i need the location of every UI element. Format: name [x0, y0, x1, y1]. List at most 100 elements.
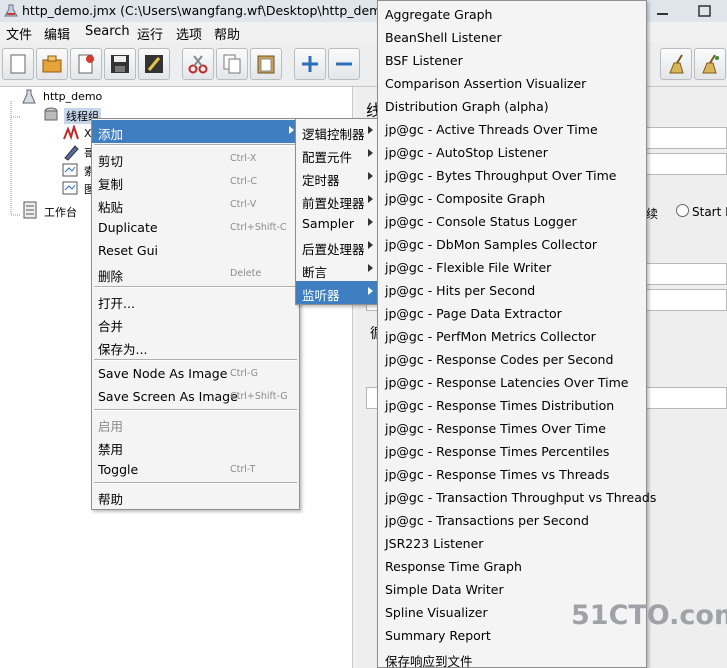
listener-menu-item-jp-gc-response-times-percentiles[interactable]: jp@gc - Response Times Percentiles: [378, 440, 646, 463]
radio-start-next[interactable]: [676, 204, 689, 217]
menu-run[interactable]: 运行: [137, 24, 163, 43]
listener-icon-b: [62, 181, 78, 195]
listener-menu-item-jp-gc-flexible-file-writer[interactable]: jp@gc - Flexible File Writer: [378, 256, 646, 279]
menu-item-label: Reset Gui: [98, 243, 158, 258]
menu-item-label: Response Time Graph: [385, 559, 522, 574]
context-menu-item-item-9[interactable]: 保存为...: [92, 335, 299, 358]
context-menu-item-item-6[interactable]: 删除 Delete: [92, 262, 299, 285]
listener-menu-item-jp-gc-bytes-throughput-over-time[interactable]: jp@gc - Bytes Throughput Over Time: [378, 164, 646, 187]
paste-icon: [257, 55, 275, 74]
menu-item-label: Save Screen As Image: [98, 389, 238, 404]
add-submenu-item-item-1[interactable]: 配置元件: [296, 143, 378, 166]
menu-item-label: 粘贴: [98, 200, 124, 215]
menu-item-label: Simple Data Writer: [385, 582, 504, 597]
listener-menu-item-simple-data-writer[interactable]: Simple Data Writer: [378, 578, 646, 601]
context-menu-item-duplicate[interactable]: Duplicate Ctrl+Shift-C: [92, 216, 299, 239]
test-plan-icon: [22, 89, 36, 104]
menu-item-label: jp@gc - Flexible File Writer: [385, 260, 552, 275]
add-submenu-item-sampler[interactable]: Sampler: [296, 212, 378, 235]
listener-menu-item-response-time-graph[interactable]: Response Time Graph: [378, 555, 646, 578]
listener-menu-item-jp-gc-dbmon-samples-collector[interactable]: jp@gc - DbMon Samples Collector: [378, 233, 646, 256]
listener-menu-item-jp-gc-composite-graph[interactable]: jp@gc - Composite Graph: [378, 187, 646, 210]
context-menu-item-item-13[interactable]: 禁用: [92, 435, 299, 458]
add-submenu-item-item-3[interactable]: 前置处理器: [296, 189, 378, 212]
listener-menu-item-jp-gc-active-threads-over-time[interactable]: jp@gc - Active Threads Over Time: [378, 118, 646, 141]
watermark-logo: 51CTO.com: [571, 600, 727, 631]
menu-item-label: jp@gc - Active Threads Over Time: [385, 122, 598, 137]
submenu-arrow-icon: [289, 126, 294, 134]
submenu-arrow-icon: [368, 264, 373, 272]
save-button[interactable]: [104, 48, 136, 80]
add-submenu-item-item-5[interactable]: 后置处理器: [296, 235, 378, 258]
collapse-button[interactable]: [328, 48, 360, 80]
listener-menu-item-aggregate-graph[interactable]: Aggregate Graph: [378, 3, 646, 26]
listener-menu-item-jp-gc-response-times-vs-threads[interactable]: jp@gc - Response Times vs Threads: [378, 463, 646, 486]
save-as-button[interactable]: [138, 48, 170, 80]
context-menu-item-item-8[interactable]: 合并: [92, 312, 299, 335]
listener-icon-a: [62, 163, 78, 177]
thread-group-icon: [44, 107, 58, 121]
context-menu-item-item-0[interactable]: 添加: [92, 120, 299, 143]
context-menu-item-toggle[interactable]: Toggle Ctrl-T: [92, 458, 299, 481]
menu-edit[interactable]: 编辑: [44, 24, 70, 43]
new-button[interactable]: [2, 48, 34, 80]
context-menu-item-save-screen-as-image[interactable]: Save Screen As Image Ctrl+Shift-G: [92, 385, 299, 408]
context-menu-item-item-7[interactable]: 打开...: [92, 289, 299, 312]
listener-menu-item-jp-gc-hits-per-second[interactable]: jp@gc - Hits per Second: [378, 279, 646, 302]
menu-item-label: jp@gc - Response Times Over Time: [385, 421, 606, 436]
listener-menu-item-bsf-listener[interactable]: BSF Listener: [378, 49, 646, 72]
context-menu-item-item-15[interactable]: 帮助: [92, 485, 299, 508]
clear-all-button[interactable]: [694, 48, 726, 80]
menu-item-label: Save Node As Image: [98, 366, 228, 381]
clear-button[interactable]: [660, 48, 692, 80]
add-submenu-item-item-2[interactable]: 定时器: [296, 166, 378, 189]
menu-options[interactable]: 选项: [176, 24, 202, 43]
menu-search[interactable]: Search: [85, 24, 130, 39]
menu-item-label: 删除: [98, 269, 124, 284]
broom-icon: [669, 54, 684, 74]
cut-button[interactable]: [182, 48, 214, 80]
context-menu-item-reset-gui[interactable]: Reset Gui: [92, 239, 299, 262]
maximize-icon[interactable]: [690, 2, 720, 20]
context-menu: 添加剪切 Ctrl-X 复制 Ctrl-C 粘贴 Ctrl-V Duplicate Ctrl+…: [91, 118, 300, 510]
listener-menu-item-jsr223-listener[interactable]: JSR223 Listener: [378, 532, 646, 555]
http-sampler-icon: [63, 125, 79, 141]
listener-menu-item-jp-gc-transaction-throughput-vs-threads[interactable]: jp@gc - Transaction Throughput vs Thread…: [378, 486, 656, 509]
templates-button[interactable]: [36, 48, 68, 80]
listener-menu-item-comparison-assertion-visualizer[interactable]: Comparison Assertion Visualizer: [378, 72, 646, 95]
expand-button[interactable]: [294, 48, 326, 80]
open-button[interactable]: [70, 48, 102, 80]
listener-menu-item-distribution-graph-alpha[interactable]: Distribution Graph (alpha): [378, 95, 646, 118]
listener-menu-item-jp-gc-console-status-logger[interactable]: jp@gc - Console Status Logger: [378, 210, 646, 233]
listener-menu-item-jp-gc-autostop-listener[interactable]: jp@gc - AutoStop Listener: [378, 141, 646, 164]
listener-menu-item-jp-gc-response-latencies-over-time[interactable]: jp@gc - Response Latencies Over Time: [378, 371, 646, 394]
listener-menu-item-jp-gc-response-times-over-time[interactable]: jp@gc - Response Times Over Time: [378, 417, 646, 440]
save-icon: [111, 55, 129, 73]
context-menu-item-item-3[interactable]: 粘贴 Ctrl-V: [92, 193, 299, 216]
menu-item-label: 保存响应到文件: [385, 654, 473, 668]
listener-menu-item-beanshell-listener[interactable]: BeanShell Listener: [378, 26, 646, 49]
listener-menu-item-jp-gc-perfmon-metrics-collector[interactable]: jp@gc - PerfMon Metrics Collector: [378, 325, 646, 348]
tree-node-workbench[interactable]: 工作台: [44, 204, 77, 220]
context-menu-item-item-2[interactable]: 复制 Ctrl-C: [92, 170, 299, 193]
add-submenu-item-item-6[interactable]: 断言: [296, 258, 378, 281]
listener-menu-item-jp-gc-response-times-distribution[interactable]: jp@gc - Response Times Distribution: [378, 394, 646, 417]
menu-separator: [94, 286, 297, 288]
menu-help[interactable]: 帮助: [214, 24, 240, 43]
paste-button[interactable]: [250, 48, 282, 80]
listener-menu-item-jp-gc-transactions-per-second[interactable]: jp@gc - Transactions per Second: [378, 509, 646, 532]
add-submenu-item-item-7[interactable]: 监听器: [296, 281, 378, 304]
copy-button[interactable]: [216, 48, 248, 80]
menu-item-label: 监听器: [302, 288, 340, 303]
listener-menu-item-jp-gc-response-codes-per-second[interactable]: jp@gc - Response Codes per Second: [378, 348, 646, 371]
listener-menu-item-item-28[interactable]: 保存响应到文件: [378, 647, 646, 668]
listener-menu-item-jp-gc-page-data-extractor[interactable]: jp@gc - Page Data Extractor: [378, 302, 646, 325]
minimize-icon[interactable]: [648, 2, 678, 20]
menu-item-label: Duplicate: [98, 220, 158, 235]
menu-file[interactable]: 文件: [6, 24, 32, 43]
workbench-icon: [23, 201, 37, 219]
context-menu-item-save-node-as-image[interactable]: Save Node As Image Ctrl-G: [92, 362, 299, 385]
tree-node-root[interactable]: http_demo: [43, 90, 102, 103]
add-submenu-item-item-0[interactable]: 逻辑控制器: [296, 120, 378, 143]
context-menu-item-item-1[interactable]: 剪切 Ctrl-X: [92, 147, 299, 170]
